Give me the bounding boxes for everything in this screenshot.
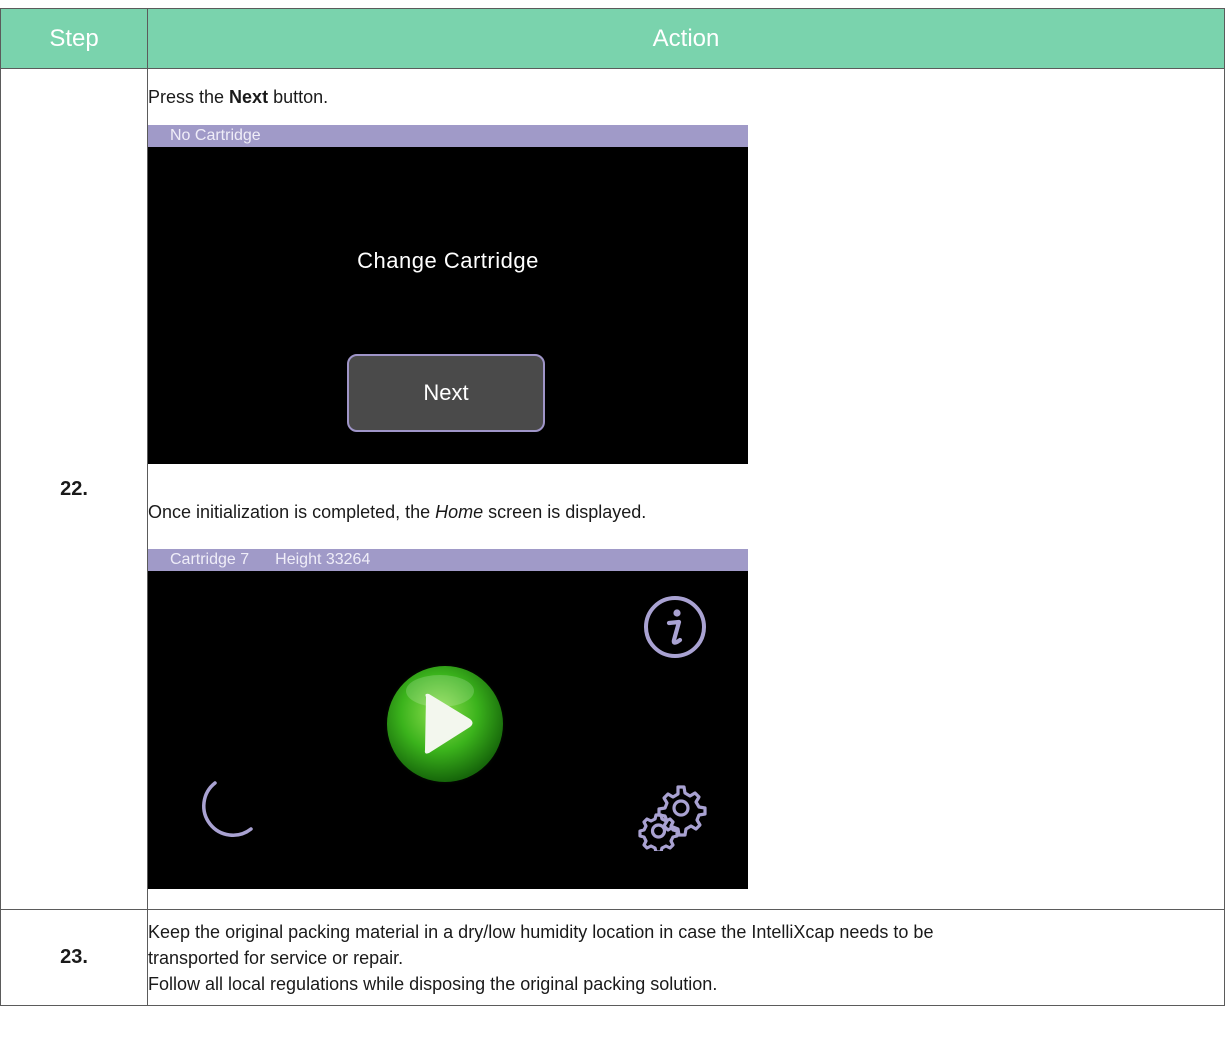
instruction-pre: Press the (148, 86, 230, 107)
action-cell: Press the Next button. No Cartridge Chan… (147, 68, 1225, 910)
instruction-bold: Next (229, 86, 269, 107)
gear-icon[interactable] (638, 781, 708, 851)
header-step: Step (0, 8, 148, 69)
screen-titlebar: Cartridge 7 Height 33264 (148, 548, 748, 571)
table-header-row: Step Action (0, 8, 1225, 69)
instruction-pre: Once initialization is completed, the (148, 501, 436, 522)
instruction-line: transported for service or repair. (148, 947, 404, 968)
moon-icon[interactable] (185, 777, 255, 847)
step-number: 22. (0, 68, 148, 910)
home-screen-name: Home (435, 501, 484, 522)
screen-titlebar: No Cartridge (148, 124, 748, 147)
header-action: Action (147, 8, 1225, 69)
play-icon[interactable] (382, 661, 508, 787)
instruction-text: Once initialization is completed, the Ho… (148, 499, 1224, 525)
table-row: 22. Press the Next button. No Cartridge … (0, 68, 1225, 910)
instruction-post: screen is displayed. (483, 501, 647, 522)
change-cartridge-label: Change Cartridge (357, 247, 539, 273)
info-icon[interactable] (642, 594, 708, 660)
table-row: 23. Keep the original packing material i… (0, 909, 1225, 1006)
instruction-line: Keep the original packing material in a … (148, 921, 934, 942)
instruction-line: Follow all local regulations while dispo… (148, 973, 718, 994)
change-cartridge-screen: No Cartridge Change Cartridge Next (148, 124, 748, 464)
instruction-text: Press the Next button. (148, 84, 1224, 110)
home-screen: Cartridge 7 Height 33264 (148, 548, 748, 889)
action-cell: Keep the original packing material in a … (147, 909, 1225, 1006)
instruction-post: button. (268, 86, 329, 107)
cartridge-status: Cartridge 7 (170, 550, 250, 568)
step-number: 23. (0, 909, 148, 1006)
next-button[interactable]: Next (347, 353, 545, 432)
height-status: Height 33264 (275, 550, 371, 568)
steps-table: Step Action 22. Press the Next button. N… (0, 8, 1225, 1006)
